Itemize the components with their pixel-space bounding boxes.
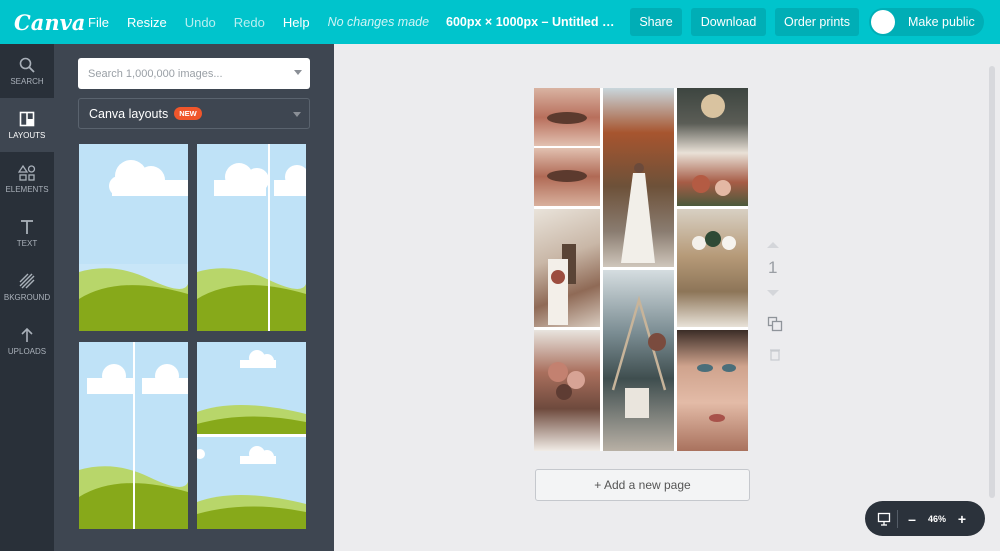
- toggle-knob: [871, 10, 895, 34]
- photo-couple-kiss[interactable]: [534, 209, 600, 327]
- chevron-down-icon: [293, 112, 301, 117]
- nav-label: LAYOUTS: [8, 131, 46, 140]
- nav-label: BKGROUND: [3, 293, 51, 302]
- canva-logo[interactable]: Canva: [14, 10, 85, 35]
- resize-button[interactable]: Resize: [127, 15, 167, 30]
- text-icon: [21, 220, 33, 234]
- layout-tile-two-columns[interactable]: [79, 342, 188, 529]
- nav-label: ELEMENTS: [5, 185, 49, 194]
- photo-bouquet[interactable]: [534, 330, 600, 451]
- share-button[interactable]: Share: [630, 8, 682, 36]
- make-public-label: Make public: [908, 15, 975, 29]
- nav-label: SEARCH: [10, 77, 44, 86]
- upload-icon: [21, 327, 33, 342]
- redo-button[interactable]: Redo: [234, 15, 265, 30]
- nav-label: UPLOADS: [7, 347, 47, 356]
- search-icon: [19, 57, 35, 73]
- layout-preview: [79, 144, 188, 331]
- new-badge: NEW: [174, 107, 202, 120]
- zoom-out-button[interactable]: –: [905, 511, 919, 527]
- top-bar: Canva File Resize Undo Redo Help No chan…: [0, 0, 1000, 44]
- duplicate-page-icon[interactable]: [767, 316, 783, 332]
- layout-select-label: Canva layouts: [89, 106, 169, 121]
- delete-page-icon[interactable]: [768, 347, 782, 361]
- zoom-divider: [897, 509, 898, 528]
- photo-content: [621, 163, 655, 263]
- layout-category-select[interactable]: Canva layouts NEW: [78, 98, 310, 129]
- file-menu[interactable]: File: [88, 15, 109, 30]
- make-public-toggle[interactable]: Make public: [869, 8, 984, 36]
- photo-arch-ceremony[interactable]: [603, 270, 674, 451]
- photo-content: [611, 295, 667, 418]
- layouts-panel: Canva layouts NEW: [54, 44, 334, 551]
- left-nav: SEARCH LAYOUTS ELEMENTS TEXT BKGROUND UP…: [0, 44, 54, 551]
- photo-lace-back[interactable]: [677, 88, 748, 206]
- nav-text[interactable]: TEXT: [0, 206, 54, 260]
- layout-tile-single[interactable]: [79, 144, 188, 331]
- move-page-up-icon[interactable]: [767, 242, 779, 248]
- photo-content: [692, 231, 736, 250]
- shapes-icon: [18, 164, 36, 181]
- add-page-button[interactable]: + Add a new page: [535, 469, 750, 501]
- save-status: No changes made: [327, 15, 430, 29]
- photo-content: [697, 364, 736, 422]
- present-icon[interactable]: [877, 512, 891, 526]
- nav-background[interactable]: BKGROUND: [0, 260, 54, 314]
- layout-tile-two-rows[interactable]: [197, 342, 306, 529]
- nav-elements[interactable]: ELEMENTS: [0, 152, 54, 206]
- photo-content: [534, 112, 600, 182]
- background-icon: [19, 273, 35, 289]
- nav-uploads[interactable]: UPLOADS: [0, 314, 54, 368]
- photo-content: [548, 362, 585, 400]
- chevron-down-icon[interactable]: [294, 70, 302, 75]
- nav-label: TEXT: [16, 239, 38, 248]
- nav-search[interactable]: SEARCH: [0, 44, 54, 98]
- layouts-icon: [19, 111, 35, 127]
- help-menu[interactable]: Help: [283, 15, 310, 30]
- download-button[interactable]: Download: [691, 8, 766, 36]
- document-title[interactable]: 600px × 1000px – Untitled Design: [446, 15, 622, 29]
- layout-tile-columns[interactable]: [197, 144, 306, 331]
- design-page[interactable]: [534, 88, 748, 451]
- undo-button[interactable]: Undo: [185, 15, 216, 30]
- photo-makeup-eyes[interactable]: [534, 88, 600, 206]
- order-prints-button[interactable]: Order prints: [775, 8, 859, 36]
- photo-content: [548, 244, 576, 325]
- main-menu: File Resize Undo Redo Help No changes ma…: [88, 15, 429, 30]
- zoom-in-button[interactable]: +: [955, 511, 969, 527]
- layout-preview: [197, 144, 306, 331]
- layout-preview: [197, 342, 306, 529]
- photo-content: [692, 94, 731, 196]
- nav-layouts[interactable]: LAYOUTS: [0, 98, 54, 152]
- move-page-down-icon[interactable]: [767, 290, 779, 296]
- layout-preview: [79, 342, 188, 529]
- photo-hair-flowers[interactable]: [677, 209, 748, 327]
- photo-makeup-portrait[interactable]: [677, 330, 748, 451]
- image-search-input[interactable]: [78, 58, 310, 89]
- page-number: 1: [768, 258, 778, 277]
- canvas-scrollbar[interactable]: [989, 66, 995, 498]
- zoom-control: – 46% +: [865, 501, 985, 536]
- zoom-level: 46%: [928, 513, 947, 524]
- photo-bride-forest[interactable]: [603, 88, 674, 267]
